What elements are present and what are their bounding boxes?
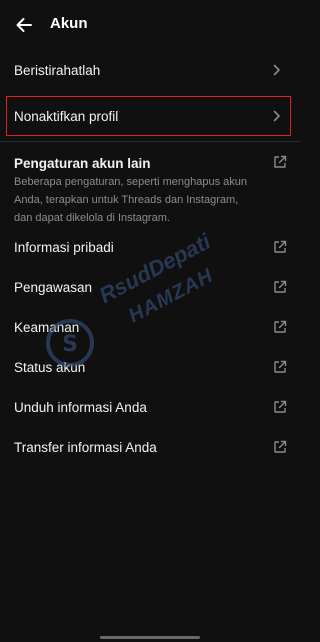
menu-item-label: Nonaktifkan profil [14,108,119,124]
menu-item-pengawasan[interactable]: Pengawasan [0,267,300,307]
menu-item-beristirahatlah[interactable]: Beristirahatlah [0,50,300,90]
external-link-icon [274,400,287,413]
external-link-icon [274,320,287,333]
menu-item-unduh-informasi[interactable]: Unduh informasi Anda [0,387,300,427]
home-indicator[interactable] [100,636,200,639]
menu-item-label: Pengawasan [14,279,93,295]
menu-item-label: Unduh informasi Anda [14,399,147,415]
external-link-icon [274,240,287,253]
external-link-icon [274,440,287,453]
menu-item-label: Informasi pribadi [14,239,114,255]
external-link-icon [274,280,287,293]
external-link-icon [274,155,287,168]
menu-item-label: Keamanan [14,319,80,335]
chevron-right-icon [272,64,282,76]
menu-item-label: Status akun [14,359,86,375]
menu-item-label: Transfer informasi Anda [14,439,157,455]
page-title: Akun [50,15,88,32]
menu-item-keamanan[interactable]: Keamanan [0,307,300,347]
menu-item-status-akun[interactable]: Status akun [0,347,300,387]
divider [0,141,300,142]
section-description: Beberapa pengaturan, seperti menghapus a… [14,176,248,224]
menu-item-informasi-pribadi[interactable]: Informasi pribadi [0,227,300,267]
app-header: Akun [0,0,300,50]
section-title: Pengaturan akun lain [14,156,151,171]
external-link-icon [274,360,287,373]
other-account-settings[interactable]: Pengaturan akun lain Beberapa pengaturan… [0,148,300,224]
back-button[interactable] [13,14,35,36]
menu-item-label: Beristirahatlah [14,62,101,78]
menu-item-transfer-informasi[interactable]: Transfer informasi Anda [0,427,300,467]
menu-item-nonaktifkan-profil[interactable]: Nonaktifkan profil [0,96,300,136]
arrow-left-icon [16,18,32,32]
chevron-right-icon [272,110,282,122]
